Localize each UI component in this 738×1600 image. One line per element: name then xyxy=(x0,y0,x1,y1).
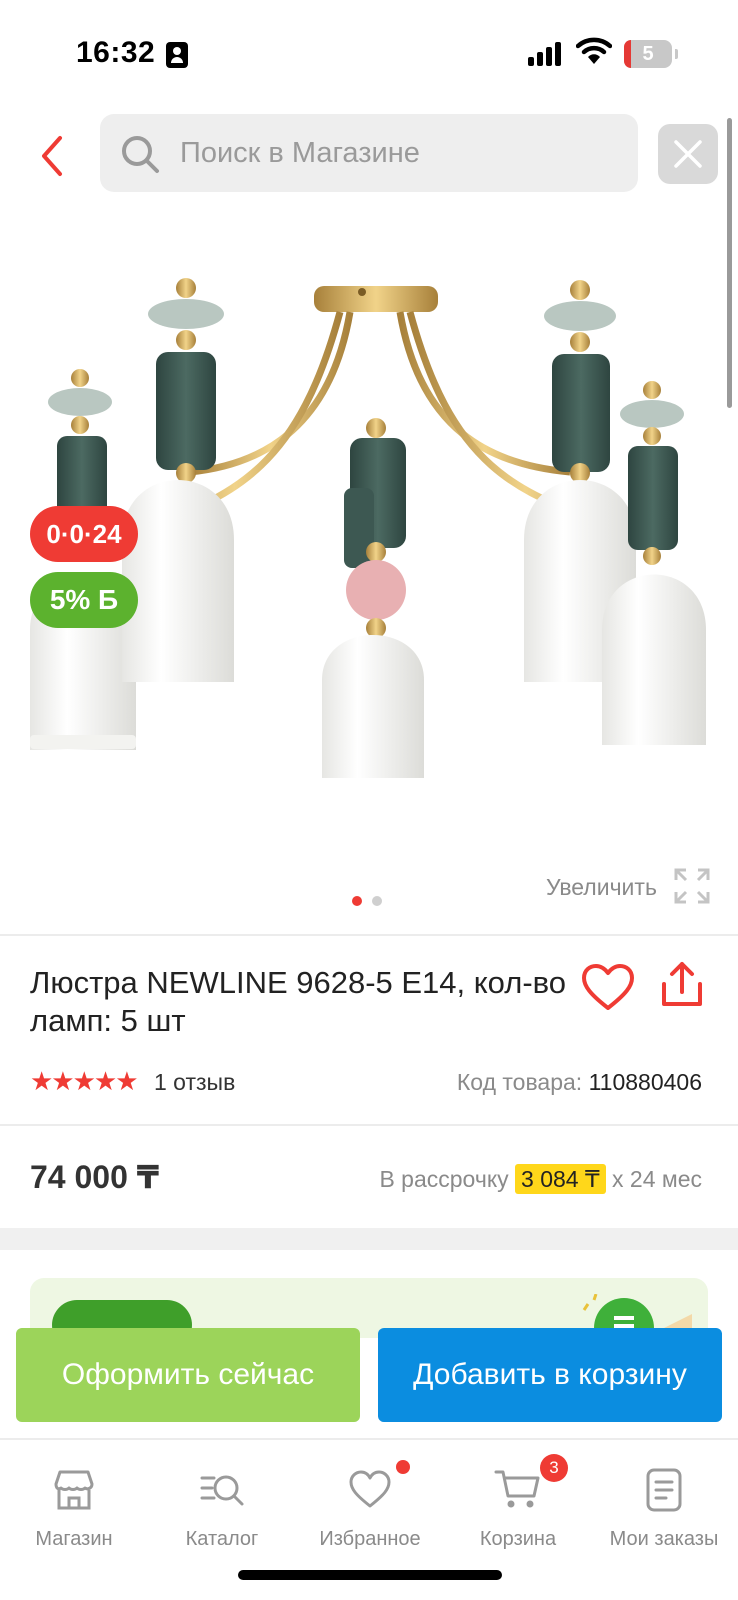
nav-label: Корзина xyxy=(479,1528,557,1550)
reviews-link[interactable]: 1 отзыв xyxy=(154,1068,235,1096)
close-icon xyxy=(674,140,702,168)
catalog-search-icon xyxy=(200,1475,244,1506)
search-icon xyxy=(122,136,159,173)
battery-icon: 5 xyxy=(624,40,678,68)
sku-value: 110880406 xyxy=(588,1069,702,1095)
section-separator xyxy=(0,1228,738,1250)
installment-suffix: х 24 мес xyxy=(612,1166,702,1192)
product-sku: Код товара: 110880406 xyxy=(457,1068,702,1096)
store-icon xyxy=(54,1470,94,1510)
share-icon xyxy=(662,962,702,1006)
person-card-icon xyxy=(166,42,188,68)
gallery-dot-active[interactable] xyxy=(352,896,362,906)
nav-label: Каталог xyxy=(185,1528,259,1550)
installment-badge: 0·0·24 xyxy=(30,506,138,562)
divider xyxy=(0,934,738,936)
cellular-signal-icon xyxy=(528,42,564,66)
heart-outline-icon xyxy=(582,964,634,1010)
installment-prefix: В рассрочку xyxy=(379,1166,509,1192)
orders-icon xyxy=(646,1468,682,1512)
star-rating-icon: ★★★★★ xyxy=(30,1067,139,1097)
installment-amount: 3 084 ₸ xyxy=(515,1164,606,1194)
bonus-badge: 5% Б xyxy=(30,572,138,628)
checkout-now-button[interactable]: Оформить сейчас xyxy=(16,1328,360,1422)
nav-label: Избранное xyxy=(319,1528,421,1550)
add-to-cart-button[interactable]: Добавить в корзину xyxy=(378,1328,722,1422)
product-title: Люстра NEWLINE 9628-5 E14, кол-во ламп: … xyxy=(30,965,567,1038)
chevron-left-icon xyxy=(42,136,62,176)
cart-icon xyxy=(494,1470,540,1508)
battery-level: 5 xyxy=(642,43,654,65)
status-bar: 16:32 5 xyxy=(0,0,738,100)
close-button[interactable] xyxy=(658,124,718,184)
wifi-icon xyxy=(576,37,612,64)
nav-label: Магазин xyxy=(35,1528,113,1550)
gallery-dot[interactable] xyxy=(372,896,382,906)
nav-label: Мои заказы xyxy=(609,1528,719,1550)
product-price: 74 000 ₸ xyxy=(30,1159,160,1195)
nav-item-favorites[interactable]: Избранное xyxy=(296,1454,444,1564)
share-button[interactable] xyxy=(658,960,706,1010)
search-input[interactable] xyxy=(180,114,620,192)
zoom-label: Увеличить xyxy=(546,874,657,900)
heart-icon xyxy=(349,1470,391,1508)
nav-item-catalog[interactable]: Каталог xyxy=(148,1454,296,1564)
home-indicator xyxy=(238,1570,502,1580)
sku-label: Код товара: xyxy=(456,1069,583,1095)
back-button[interactable] xyxy=(30,128,74,184)
search-bar[interactable] xyxy=(100,114,638,192)
expand-icon xyxy=(674,868,710,904)
divider xyxy=(0,1124,738,1126)
status-time: 16:32 xyxy=(76,36,156,69)
nav-item-store[interactable]: Магазин xyxy=(0,1454,148,1564)
nav-item-cart[interactable]: 3 Корзина xyxy=(444,1454,592,1564)
favorite-button[interactable] xyxy=(580,962,636,1014)
nav-item-orders[interactable]: Мои заказы xyxy=(590,1454,738,1564)
installment-info: В рассрочку 3 084 ₸ х 24 мес xyxy=(379,1164,702,1194)
notification-dot xyxy=(396,1460,410,1474)
cart-count-badge: 3 xyxy=(540,1454,568,1482)
